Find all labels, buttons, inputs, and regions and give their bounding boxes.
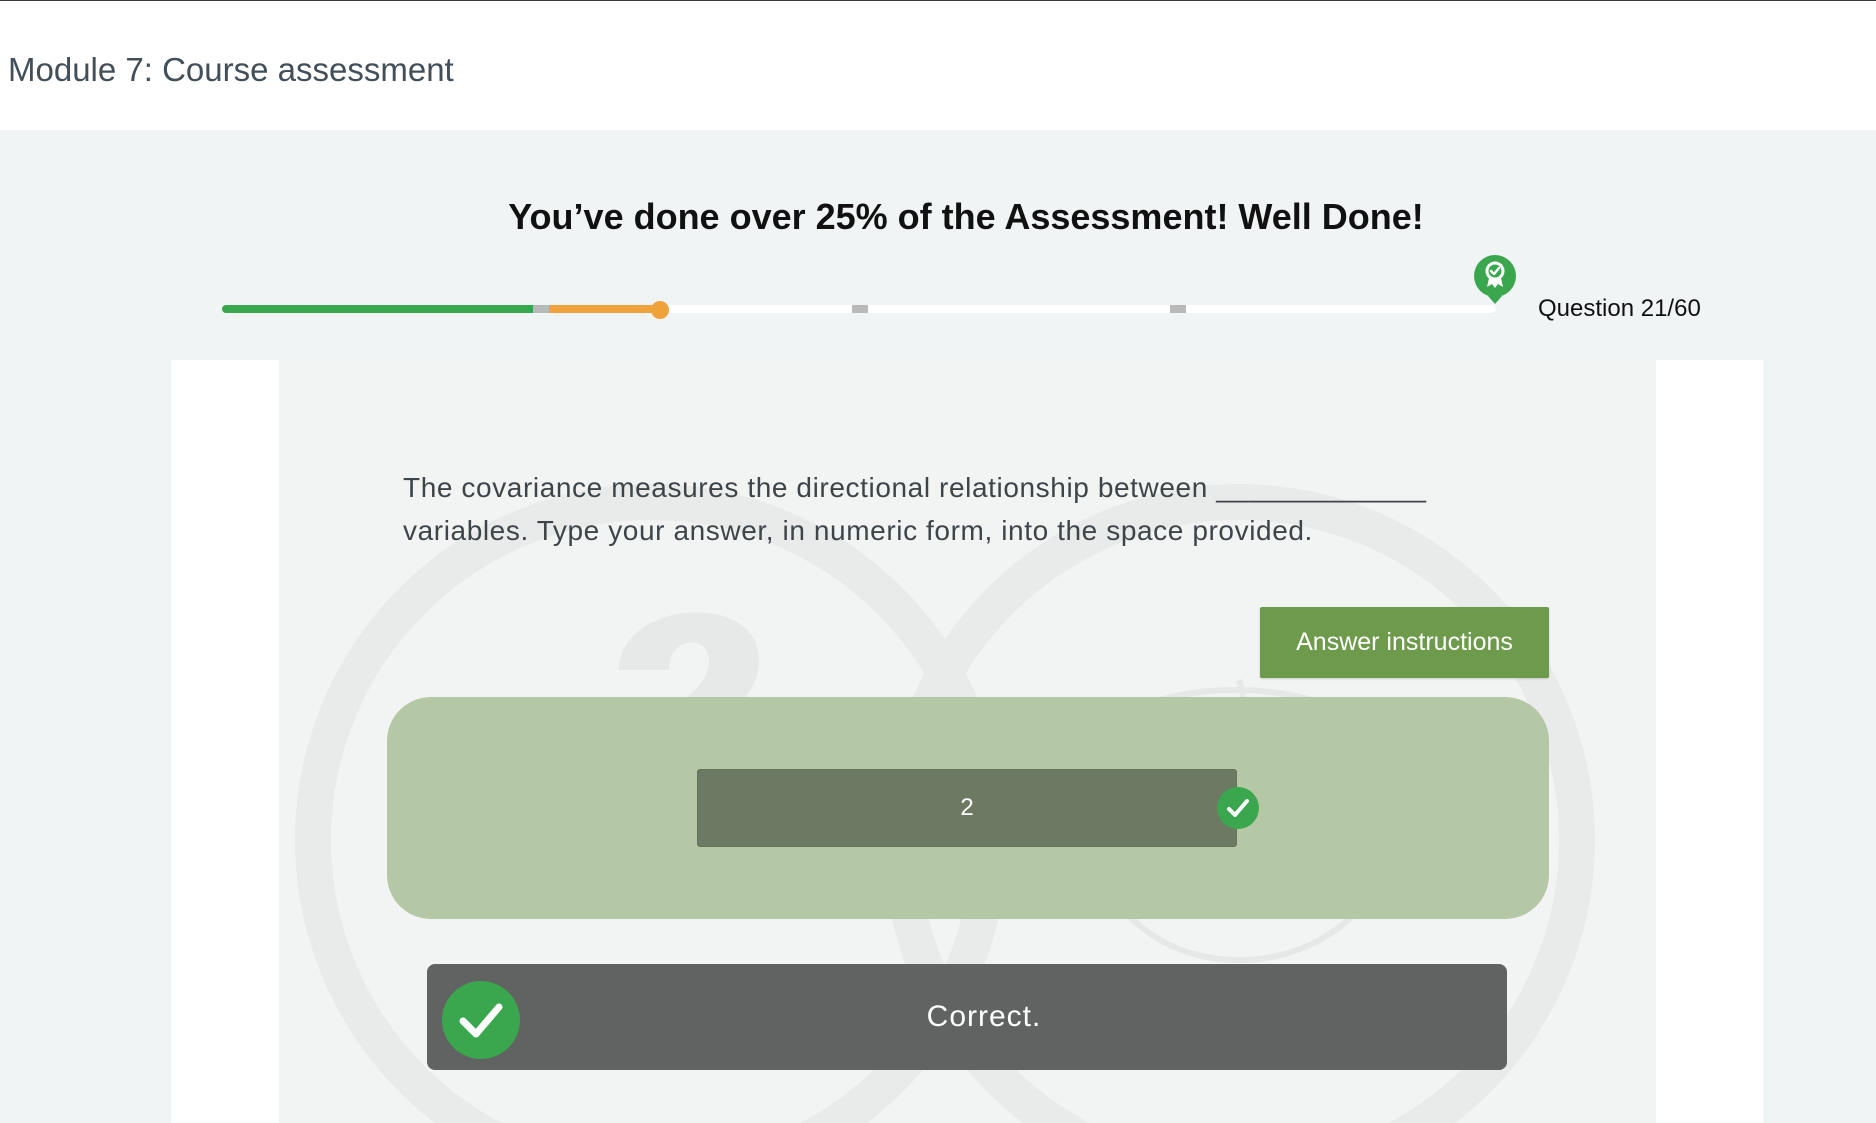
progress-message: You’ve done over 25% of the Assessment! … [508, 196, 1424, 237]
progress-current-segment [549, 305, 661, 313]
assessment-progress-bar [222, 300, 1496, 320]
answer-instructions-button[interactable]: Answer instructions [1260, 607, 1549, 678]
progress-current-marker [651, 301, 669, 319]
award-ribbon-icon [1474, 255, 1516, 304]
question-text: The covariance measures the directional … [403, 472, 1427, 546]
progress-milestone-marker [1170, 305, 1186, 313]
question-counter: Question 21/60 [1538, 295, 1701, 322]
progress-completed-segment [222, 305, 533, 313]
answer-input[interactable] [697, 769, 1237, 847]
progress-milestone-marker [852, 305, 868, 313]
feedback-message: Correct. [926, 1000, 1042, 1033]
page-header: Module 7: Course assessment [0, 1, 1876, 130]
check-circle-icon [1217, 787, 1259, 829]
module-title: Module 7: Course assessment [8, 51, 454, 88]
progress-milestone-marker [533, 305, 549, 313]
